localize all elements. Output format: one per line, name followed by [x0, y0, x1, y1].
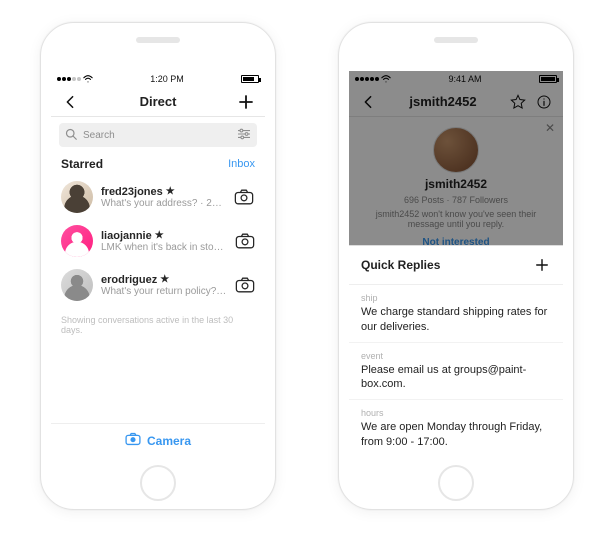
- page-title: Direct: [140, 94, 177, 109]
- thread-row[interactable]: fred23jones★ What's your address? · 25m: [51, 175, 265, 219]
- inbox-link[interactable]: Inbox: [228, 158, 255, 170]
- section-title: Starred: [61, 157, 103, 171]
- profile-stats: 696 Posts · 787 Followers: [404, 195, 508, 205]
- add-quick-reply-icon[interactable]: [533, 256, 551, 274]
- phone-speaker: [136, 37, 180, 43]
- status-time: 1:20 PM: [150, 74, 184, 84]
- phone-speaker: [434, 37, 478, 43]
- username: fred23jones: [101, 186, 163, 198]
- back-icon[interactable]: [359, 93, 377, 111]
- camera-button[interactable]: Camera: [51, 423, 265, 457]
- search-icon: [65, 128, 77, 143]
- avatar[interactable]: [433, 127, 479, 173]
- star-icon: ★: [160, 274, 169, 285]
- username: liaojannie: [101, 230, 152, 242]
- signal-icon: [355, 77, 379, 81]
- quick-reply-shortcut: hours: [361, 408, 551, 418]
- screen-left: 1:20 PM Direct Search: [51, 71, 265, 457]
- camera-icon: [125, 432, 141, 449]
- camera-icon[interactable]: [235, 274, 255, 296]
- phone-right: 9:41 AM jsmith2452: [338, 22, 574, 510]
- camera-icon[interactable]: [233, 186, 255, 208]
- status-bar: 1:20 PM: [51, 71, 265, 87]
- thread-row[interactable]: liaojannie★ LMK when it's back in stock!…: [51, 219, 265, 263]
- status-time: 9:41 AM: [448, 74, 481, 84]
- quick-reply-item[interactable]: event Please email us at groups@paint-bo…: [349, 343, 563, 401]
- quick-reply-message: Please email us at groups@paint-box.com.: [361, 363, 551, 392]
- quick-replies-sheet: Quick Replies ship We charge standard sh…: [349, 245, 563, 457]
- home-button[interactable]: [438, 465, 474, 501]
- star-icon[interactable]: [509, 93, 527, 111]
- username: erodriguez: [101, 274, 157, 286]
- quick-reply-message: We are open Monday through Friday, from …: [361, 420, 551, 449]
- profile-subtext: jsmith2452 won't know you've seen their …: [371, 209, 541, 229]
- section-header: Starred Inbox: [51, 153, 265, 175]
- camera-icon[interactable]: [235, 230, 255, 252]
- screen-right: 9:41 AM jsmith2452: [349, 71, 563, 457]
- avatar[interactable]: [61, 181, 93, 213]
- navbar: jsmith2452: [349, 87, 563, 117]
- star-icon: ★: [155, 230, 164, 241]
- wifi-icon: [83, 75, 93, 83]
- info-icon[interactable]: [535, 93, 553, 111]
- close-icon[interactable]: ✕: [545, 121, 555, 135]
- search-placeholder: Search: [83, 130, 115, 141]
- profile-card: ✕ jsmith2452 696 Posts · 787 Followers j…: [349, 117, 563, 262]
- wifi-icon: [381, 75, 391, 83]
- quick-reply-message: We charge standard shipping rates for ou…: [361, 305, 551, 334]
- thread-row[interactable]: erodriguez★ What's your return policy? ·…: [51, 263, 265, 307]
- quick-reply-item[interactable]: ship We charge standard shipping rates f…: [349, 285, 563, 343]
- back-icon[interactable]: [61, 93, 79, 111]
- status-bar: 9:41 AM: [349, 71, 563, 87]
- home-button[interactable]: [140, 465, 176, 501]
- footer-note: Showing conversations active in the last…: [51, 307, 265, 343]
- page-title: jsmith2452: [409, 94, 476, 109]
- battery-icon: [539, 75, 557, 83]
- phone-left: 1:20 PM Direct Search: [40, 22, 276, 510]
- sheet-title: Quick Replies: [361, 258, 440, 272]
- avatar[interactable]: [61, 269, 93, 301]
- star-icon: ★: [166, 186, 175, 197]
- camera-label: Camera: [147, 434, 191, 448]
- battery-icon: [241, 75, 259, 83]
- profile-username: jsmith2452: [425, 177, 487, 191]
- filter-icon[interactable]: [237, 128, 251, 143]
- signal-icon: [57, 77, 81, 81]
- compose-icon[interactable]: [237, 93, 255, 111]
- message-preview: LMK when it's back in stock! · 25m: [101, 242, 227, 253]
- quick-reply-shortcut: event: [361, 351, 551, 361]
- message-preview: What's your return policy? · 25m: [101, 286, 227, 297]
- quick-reply-item[interactable]: hours We are open Monday through Friday,…: [349, 400, 563, 457]
- message-preview: What's your address? · 25m: [101, 198, 225, 209]
- dimmed-background: 9:41 AM jsmith2452: [349, 71, 563, 262]
- quick-reply-shortcut: ship: [361, 293, 551, 303]
- navbar: Direct: [51, 87, 265, 117]
- avatar[interactable]: [61, 225, 93, 257]
- search-input[interactable]: Search: [59, 123, 257, 147]
